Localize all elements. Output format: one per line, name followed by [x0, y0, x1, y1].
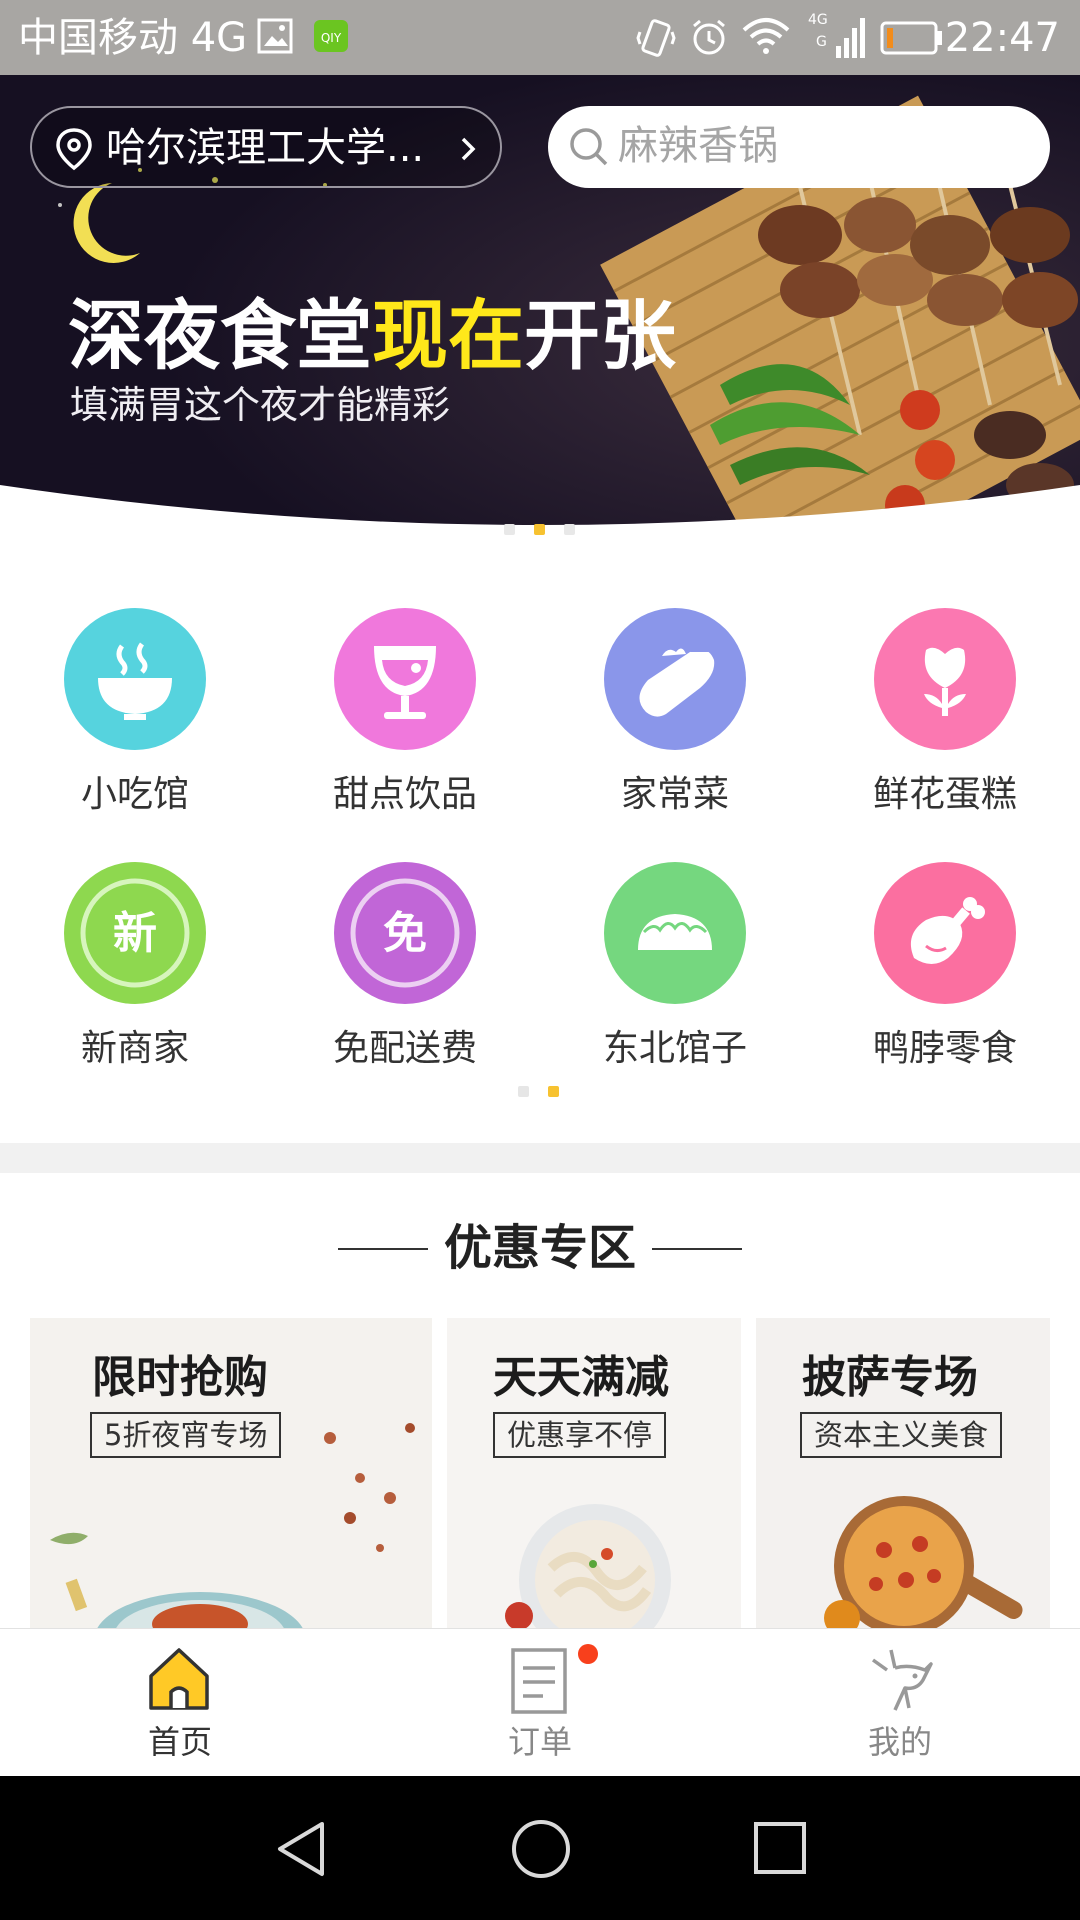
flower-icon: [874, 608, 1016, 750]
status-bar: 中国移动 4G QIY 4G G 22:47: [0, 0, 1080, 75]
banner-title: 深夜食堂现在开张: [68, 290, 676, 382]
noodle-bowl-icon: [64, 608, 206, 750]
location-pin-icon: [54, 126, 94, 176]
svg-text:4G: 4G: [808, 12, 828, 28]
search-input[interactable]: 麻辣香锅: [548, 106, 1050, 188]
dumpling-icon: [604, 862, 746, 1004]
battery-low-icon: [880, 20, 944, 60]
back-icon[interactable]: [272, 1818, 330, 1884]
chevron-right-icon: [458, 135, 478, 167]
promo-card-title: 披萨专场: [802, 1352, 978, 1403]
promo-card-tag: 资本主义美食: [800, 1412, 1003, 1458]
new-badge-icon: 新: [64, 862, 206, 1004]
tab-orders[interactable]: 订单: [360, 1629, 720, 1777]
category-label: 甜点饮品: [332, 774, 477, 815]
signal-4g-icon: 4G G: [806, 10, 866, 66]
promo-card-tag: 优惠享不停: [493, 1412, 667, 1458]
svg-text:G: G: [816, 34, 827, 50]
category-snack[interactable]: 小吃馆: [24, 608, 244, 848]
title-line-left: [338, 1248, 428, 1250]
category-new-merchants[interactable]: 新 新商家: [24, 862, 244, 1102]
drumstick-icon: [874, 862, 1016, 1004]
svg-text:新: 新: [113, 908, 157, 959]
promo-card-flash-sale[interactable]: 限时抢购 5折夜宵专场: [30, 1318, 432, 1628]
order-list-icon: [505, 1644, 573, 1720]
section-divider: [0, 1143, 1080, 1173]
banner-subtitle: 填满胃这个夜才能精彩: [70, 383, 451, 427]
category-northeast-cuisine[interactable]: 东北馆子: [564, 862, 784, 1102]
tab-label: 首页: [147, 1723, 212, 1761]
promo-card-tag: 5折夜宵专场: [90, 1412, 282, 1458]
category-label: 鸭脖零食: [872, 1028, 1017, 1069]
home-circle-icon[interactable]: [510, 1818, 572, 1884]
title-line-right: [652, 1248, 742, 1250]
promo-section-title: 优惠专区: [0, 1218, 1080, 1278]
search-icon: [568, 126, 610, 172]
category-flowers-cakes[interactable]: 鲜花蛋糕: [834, 608, 1054, 848]
promo-card-daily-discount[interactable]: 天天满减 优惠享不停: [447, 1318, 741, 1628]
category-dessert-drinks[interactable]: 甜点饮品: [294, 608, 514, 848]
tab-profile[interactable]: 我的: [720, 1629, 1080, 1777]
image-icon: [256, 16, 296, 60]
banner-title-before: 深夜食堂: [68, 291, 372, 380]
svg-text:QIY: QIY: [321, 31, 342, 45]
orders-badge-dot: [578, 1644, 598, 1664]
category-dot-2[interactable]: [548, 1086, 559, 1097]
promo-card-title: 限时抢购: [92, 1352, 268, 1403]
promo-card-pizza[interactable]: 披萨专场 资本主义美食: [756, 1318, 1050, 1628]
banner-title-highlight: 现在: [372, 291, 524, 380]
banner-dot-2[interactable]: [534, 524, 545, 535]
bottom-navigation: 首页 订单 我的: [0, 1628, 1080, 1776]
banner-pagination: [504, 524, 580, 536]
location-selector[interactable]: 哈尔滨理工大学...: [30, 106, 502, 188]
clock: 22:47: [944, 15, 1060, 61]
banner-dot-1[interactable]: [504, 524, 515, 535]
wifi-icon: [740, 16, 792, 60]
banner-dot-3[interactable]: [564, 524, 575, 535]
home-icon: [145, 1644, 213, 1716]
drink-glass-icon: [334, 608, 476, 750]
tab-label: 订单: [507, 1723, 572, 1761]
svg-text:免: 免: [383, 908, 427, 959]
deer-profile-icon: [865, 1644, 937, 1720]
vibrate-icon: [636, 16, 676, 64]
category-free-delivery[interactable]: 免 免配送费: [294, 862, 514, 1102]
location-text: 哈尔滨理工大学...: [106, 125, 425, 171]
eggplant-icon: [604, 608, 746, 750]
promo-section-title-text: 优惠专区: [443, 1220, 636, 1276]
free-badge-icon: 免: [334, 862, 476, 1004]
recents-icon[interactable]: [752, 1820, 808, 1880]
banner-title-after: 开张: [524, 291, 676, 380]
category-duck-neck-snacks[interactable]: 鸭脖零食: [834, 862, 1054, 1102]
category-label: 家常菜: [620, 774, 729, 815]
tab-home[interactable]: 首页: [0, 1629, 360, 1777]
tab-label: 我的: [867, 1723, 932, 1761]
category-dot-1[interactable]: [518, 1086, 529, 1097]
category-label: 鲜花蛋糕: [872, 774, 1017, 815]
alarm-icon: [688, 16, 730, 62]
category-home-cooking[interactable]: 家常菜: [564, 608, 784, 848]
iqiyi-app-icon: QIY: [312, 16, 352, 60]
carrier-label: 中国移动 4G: [18, 15, 248, 61]
category-label: 免配送费: [332, 1028, 477, 1069]
promo-card-title: 天天满减: [493, 1352, 669, 1403]
search-placeholder: 麻辣香锅: [618, 123, 778, 169]
android-navigation-bar: [0, 1776, 1080, 1920]
category-label: 小吃馆: [80, 774, 189, 815]
category-label: 东北馆子: [602, 1028, 747, 1069]
category-label: 新商家: [80, 1028, 189, 1069]
category-pagination: [518, 1086, 564, 1098]
